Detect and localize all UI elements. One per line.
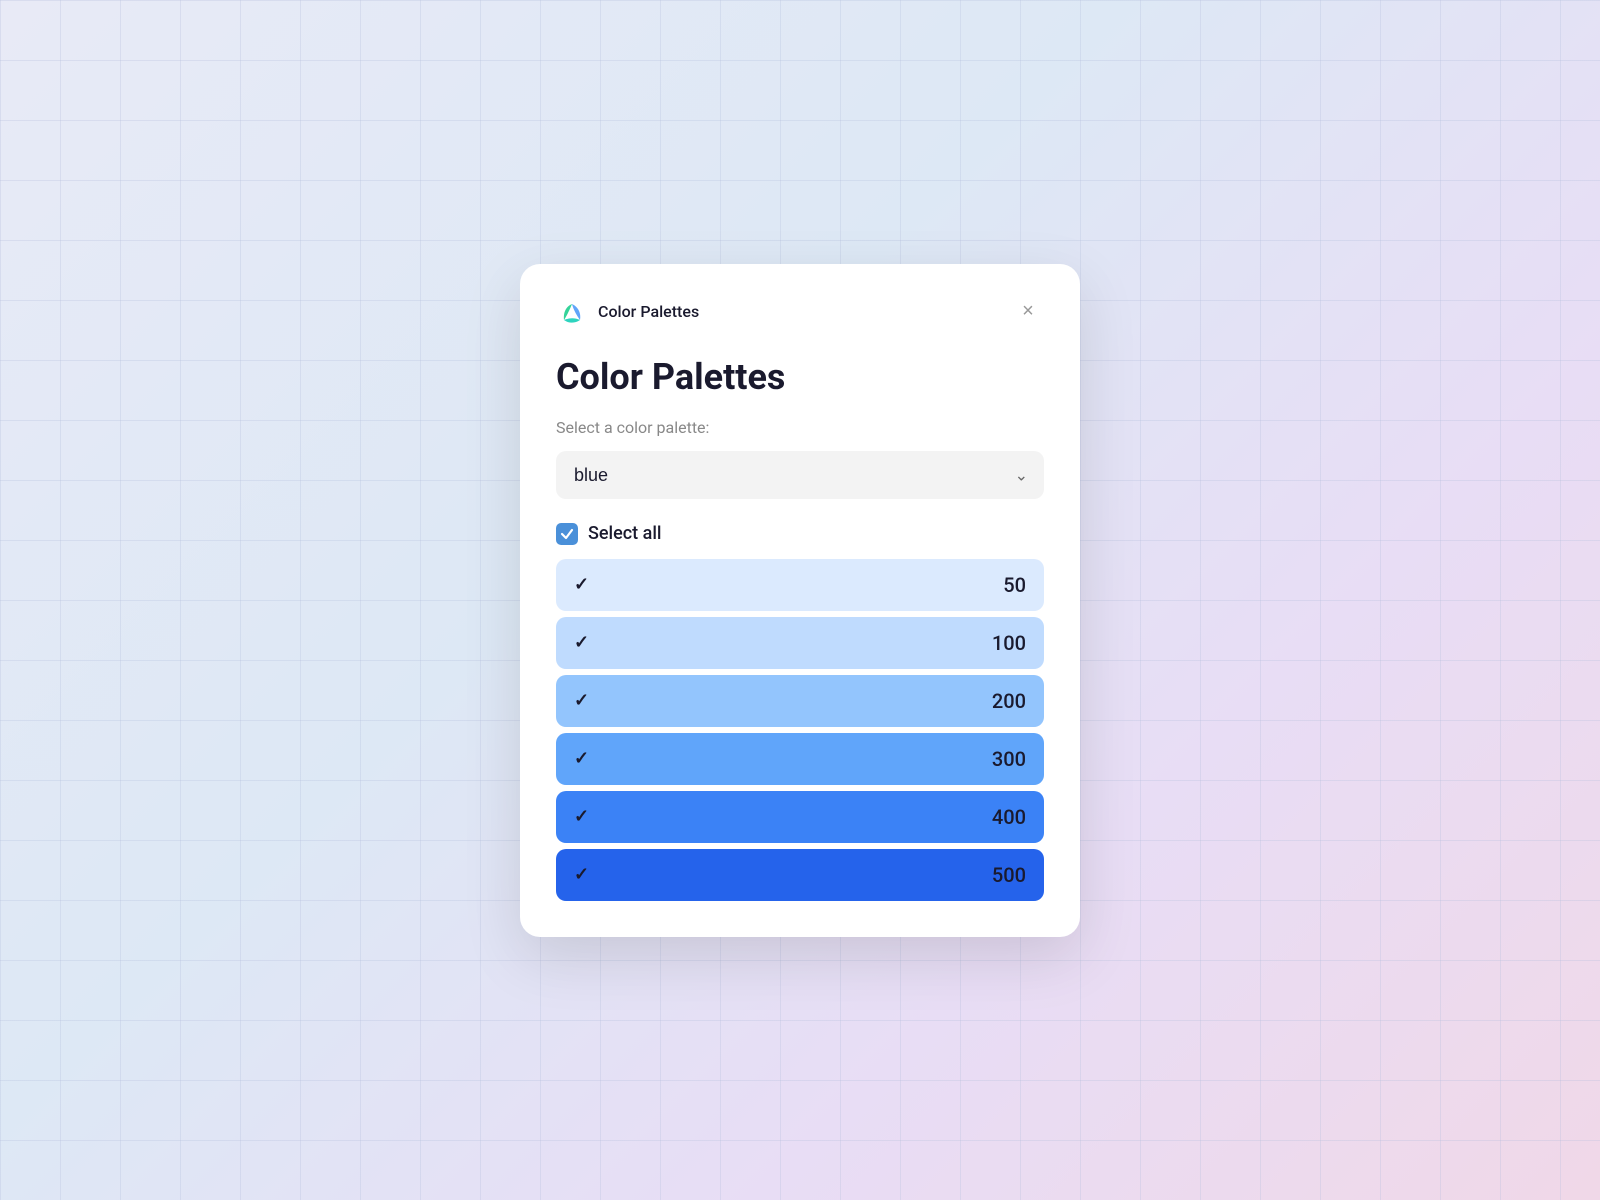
color-value-label: 100 <box>992 631 1026 655</box>
color-value-label: 400 <box>992 805 1026 829</box>
color-value-label: 500 <box>992 863 1026 887</box>
close-button[interactable]: × <box>1012 296 1044 328</box>
color-item[interactable]: ✓ 400 <box>556 791 1044 843</box>
color-item-check: ✓ <box>574 806 589 827</box>
checkmark-icon: ✓ <box>574 632 589 653</box>
color-value-label: 200 <box>992 689 1026 713</box>
color-item[interactable]: ✓ 100 <box>556 617 1044 669</box>
checkmark-icon: ✓ <box>574 864 589 885</box>
select-all-row[interactable]: Select all <box>556 523 1044 545</box>
select-all-checkbox[interactable] <box>556 523 578 545</box>
checkmark-icon: ✓ <box>574 690 589 711</box>
color-item-check: ✓ <box>574 748 589 769</box>
dialog-titlebar: Color Palettes × <box>556 296 1044 328</box>
color-item-check: ✓ <box>574 690 589 711</box>
page-title: Color Palettes <box>556 356 1044 398</box>
color-value-label: 50 <box>1003 573 1026 597</box>
checkmark-icon: ✓ <box>574 806 589 827</box>
select-all-label: Select all <box>588 523 662 544</box>
checkmark-icon: ✓ <box>574 574 589 595</box>
color-item-check: ✓ <box>574 574 589 595</box>
color-item[interactable]: ✓ 500 <box>556 849 1044 901</box>
color-item-check: ✓ <box>574 864 589 885</box>
color-item[interactable]: ✓ 200 <box>556 675 1044 727</box>
palette-dropdown[interactable]: blue red green purple orange <box>556 451 1044 499</box>
color-item-check: ✓ <box>574 632 589 653</box>
subtitle-label: Select a color palette: <box>556 418 1044 437</box>
checkmark-icon: ✓ <box>574 748 589 769</box>
palette-dropdown-container: blue red green purple orange ⌄ <box>556 451 1044 499</box>
color-item[interactable]: ✓ 50 <box>556 559 1044 611</box>
color-palettes-dialog: Color Palettes × Color Palettes Select a… <box>520 264 1080 937</box>
app-icon <box>556 296 588 328</box>
color-value-label: 300 <box>992 747 1026 771</box>
color-list: ✓ 50 ✓ 100 ✓ 200 ✓ 300 ✓ 400 ✓ 500 <box>556 559 1044 901</box>
titlebar-title: Color Palettes <box>598 302 699 321</box>
titlebar-left: Color Palettes <box>556 296 699 328</box>
color-item[interactable]: ✓ 300 <box>556 733 1044 785</box>
